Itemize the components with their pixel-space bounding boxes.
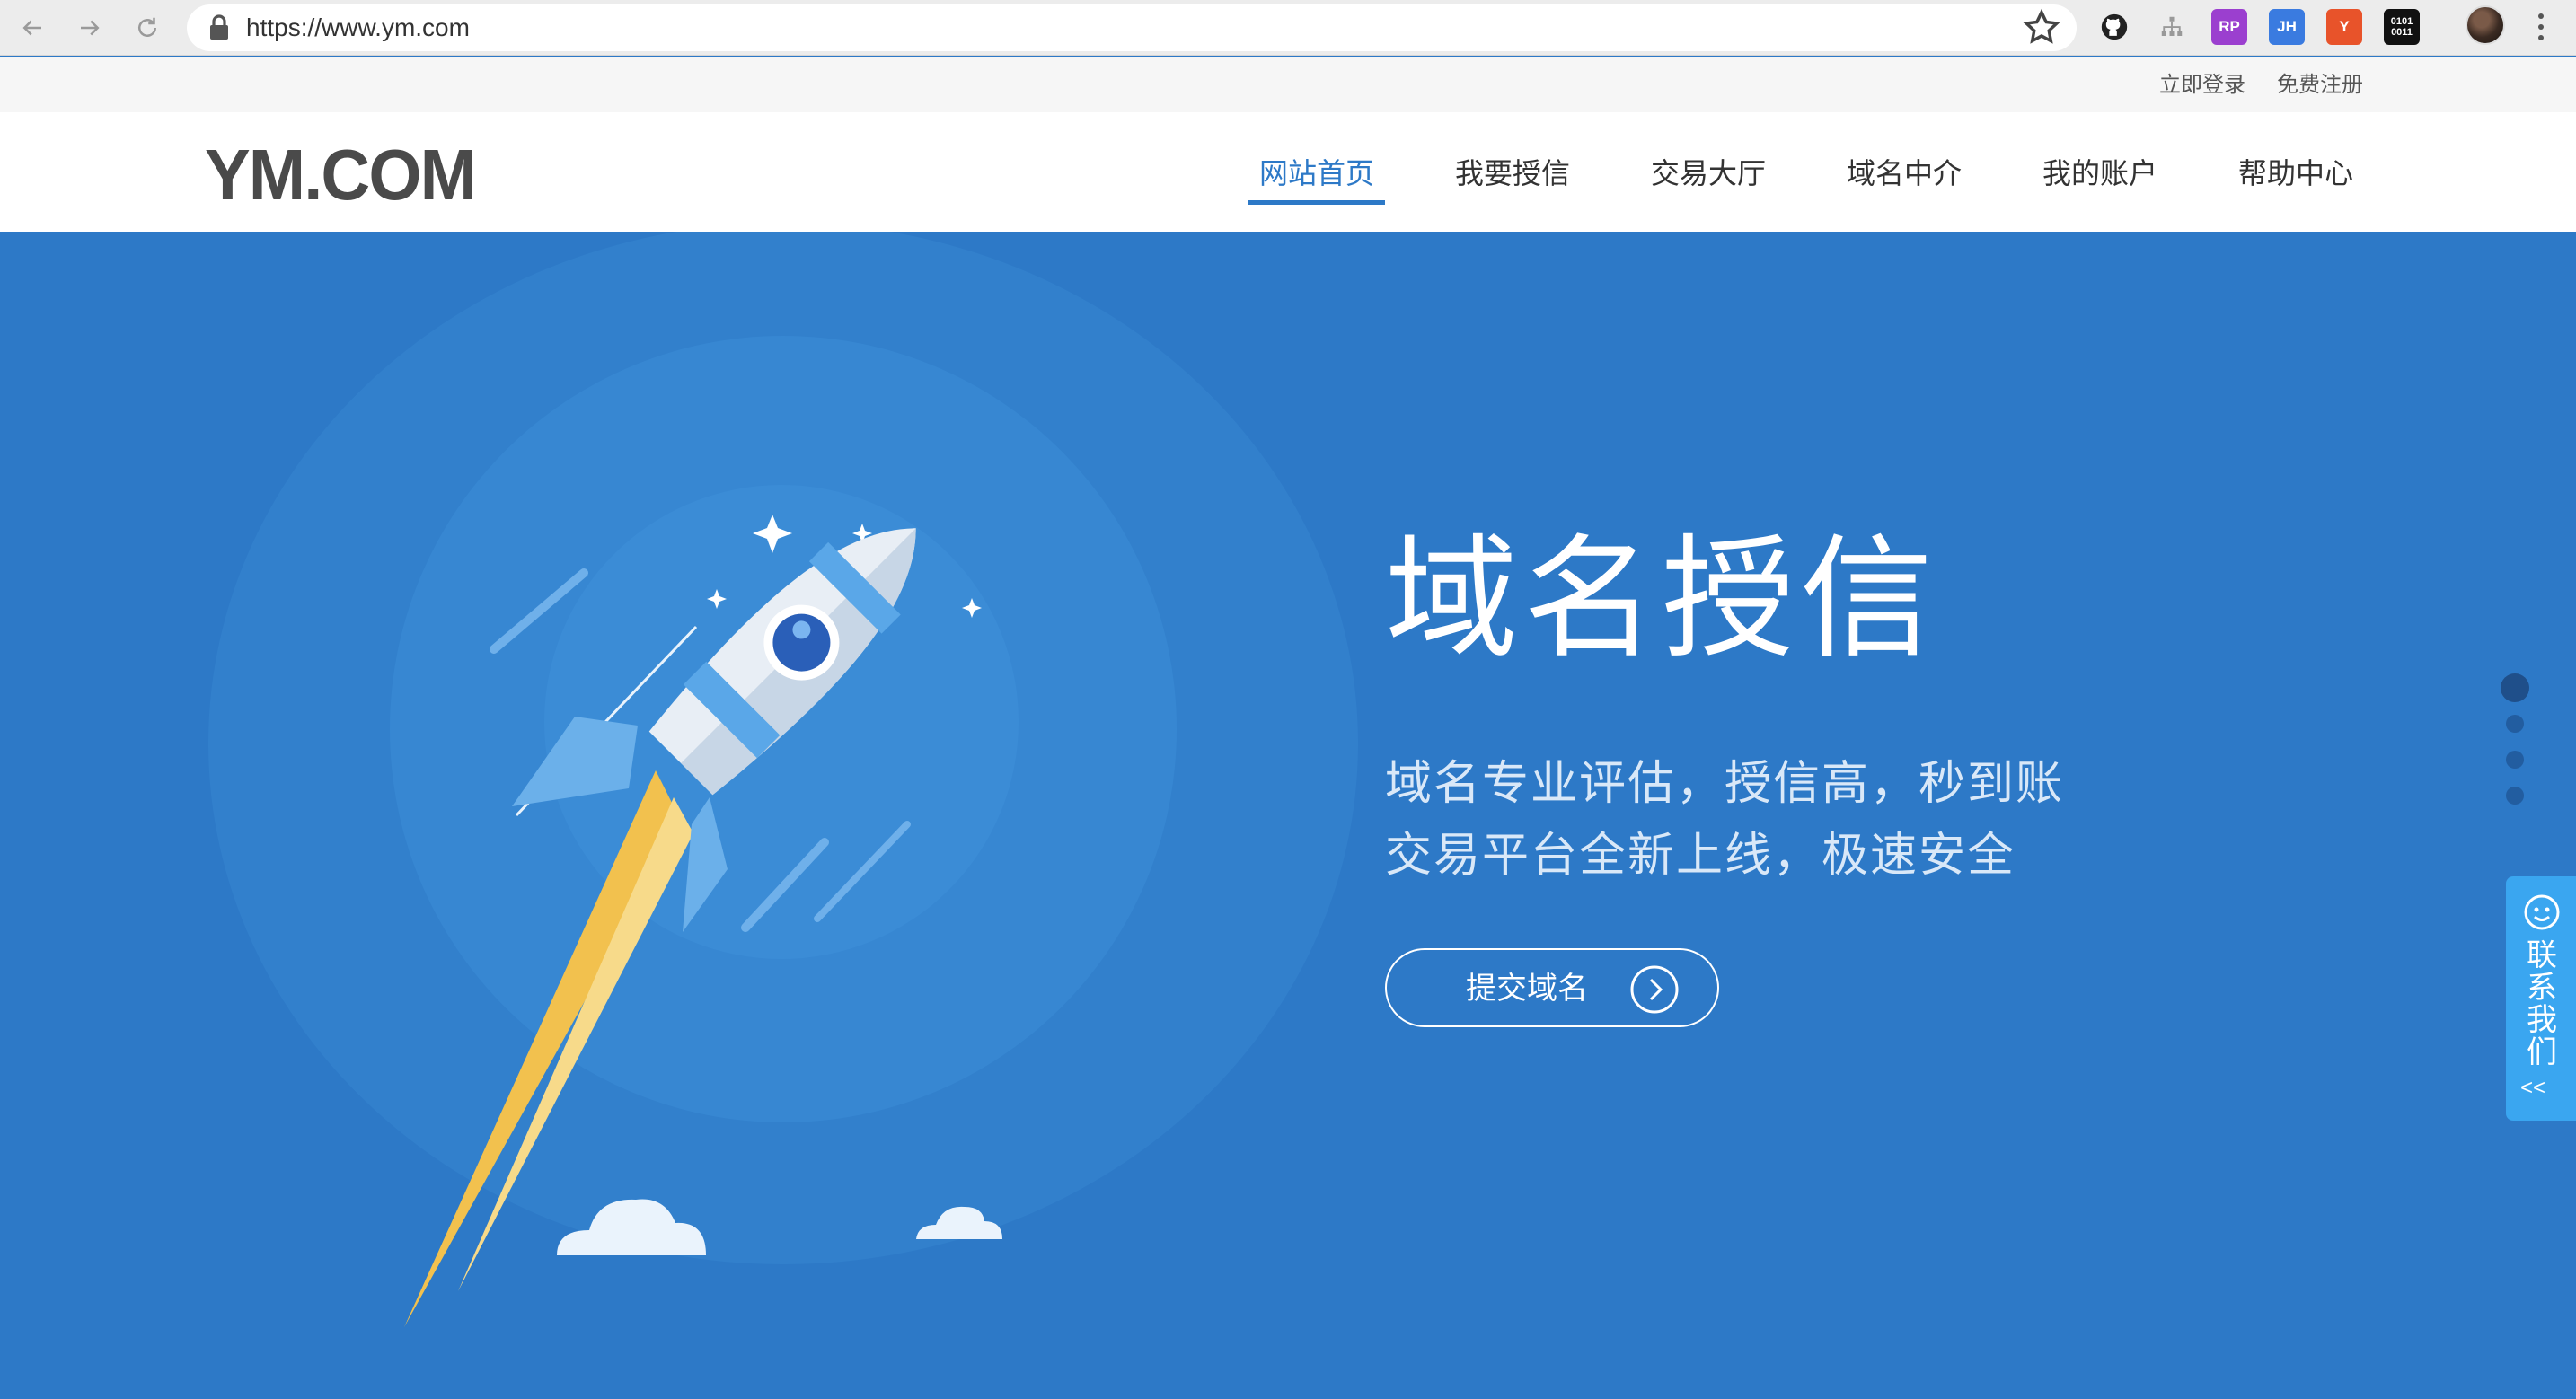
contact-us-label: 联系我们 [2527, 937, 2557, 1070]
github-icon[interactable] [2096, 9, 2132, 45]
rocket-illustration-icon [404, 515, 1002, 1327]
slide-dot-4[interactable] [2506, 787, 2524, 805]
nav-my-account[interactable]: 我的账户 [2042, 154, 2157, 193]
nav-home[interactable]: 网站首页 [1259, 154, 1374, 193]
jh-extension-icon[interactable]: JH [2269, 9, 2305, 45]
chevron-right-circle-icon [1630, 965, 1679, 1014]
url-text[interactable]: https://www.ym.com [246, 7, 470, 48]
nav-domain-broker[interactable]: 域名中介 [1847, 154, 1962, 193]
slide-dot-1[interactable] [2501, 673, 2529, 702]
site-header: YM.COM 网站首页 我要授信 交易大厅 域名中介 我的账户 帮助中心 [0, 112, 2576, 232]
chat-smile-icon [2524, 894, 2560, 930]
hero-subtitle-line2: 交易平台全新上线，极速安全 [1385, 829, 2016, 883]
slide-dot-3[interactable] [2506, 751, 2524, 769]
contact-collapse-icon[interactable]: << [2520, 1076, 2545, 1101]
nav-active-indicator [1248, 200, 1385, 205]
yslow-extension-icon[interactable]: Y [2326, 9, 2362, 45]
reload-button[interactable] [128, 8, 167, 48]
site-logo[interactable]: YM.COM [205, 139, 477, 211]
hero-title: 域名授信 [1385, 522, 1938, 676]
back-button[interactable] [13, 8, 52, 48]
lock-icon [210, 14, 228, 40]
hero-subtitle-line1: 域名专业评估，授信高，秒到账 [1385, 757, 2065, 811]
rp-extension-icon[interactable]: RP [2211, 9, 2247, 45]
forward-button[interactable] [70, 8, 110, 48]
hero-banner: 域名授信 域名专业评估，授信高，秒到账 交易平台全新上线，极速安全 提交域名 [0, 232, 2576, 1399]
back-arrow-icon [22, 20, 41, 36]
binary-extension-icon[interactable]: 0101 0011 [2384, 9, 2420, 45]
nav-help-center[interactable]: 帮助中心 [2238, 154, 2353, 193]
nav-trading-hall[interactable]: 交易大厅 [1651, 154, 1766, 193]
bookmark-star-icon[interactable] [2021, 7, 2062, 48]
profile-avatar[interactable] [2466, 5, 2505, 45]
submit-domain-label: 提交域名 [1466, 971, 1588, 1007]
nav-credit[interactable]: 我要授信 [1455, 154, 1570, 193]
slide-dot-2[interactable] [2506, 715, 2524, 733]
register-link[interactable]: 免费注册 [2277, 69, 2363, 100]
address-bar[interactable] [187, 4, 2077, 51]
sitemap-icon[interactable] [2154, 9, 2190, 45]
browser-toolbar: https://www.ym.com RP JH Y 0101 0011 [0, 0, 2576, 56]
submit-domain-button[interactable]: 提交域名 [1385, 948, 1719, 1027]
forward-arrow-icon [81, 20, 100, 36]
browser-menu-icon[interactable] [2527, 9, 2554, 45]
site-topbar: 立即登录 免费注册 [0, 57, 2576, 112]
reload-icon [138, 17, 156, 37]
login-link[interactable]: 立即登录 [2159, 69, 2245, 100]
contact-us-tab[interactable]: 联系我们 << [2506, 876, 2576, 1121]
